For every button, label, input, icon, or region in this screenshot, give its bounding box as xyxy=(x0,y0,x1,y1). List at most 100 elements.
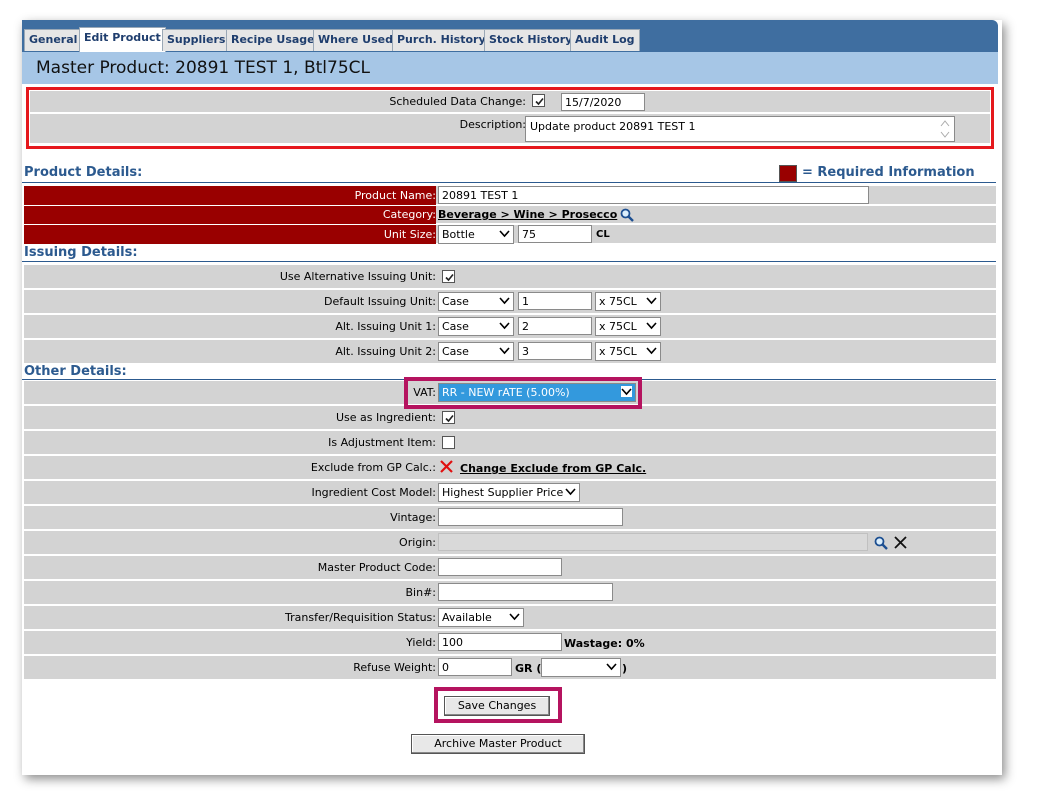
page-title: Master Product: 20891 TEST 1, Btl75CL xyxy=(22,52,998,84)
tab-stock-history[interactable]: Stock History xyxy=(484,29,578,51)
bin-label: Bin#: xyxy=(405,586,437,599)
scheduled-checkbox[interactable] xyxy=(532,94,545,107)
yield-input[interactable] xyxy=(438,633,562,651)
alt-issuing-label: Use Alternative Issuing Unit: xyxy=(279,270,436,283)
default-issuing-size-select[interactable]: x 75CL xyxy=(595,292,661,311)
chevron-down-icon xyxy=(499,347,510,355)
master-code-input[interactable] xyxy=(438,558,562,576)
section-divider xyxy=(22,261,996,262)
tab-purch-history[interactable]: Purch. History xyxy=(392,29,491,51)
alt-issuing-1-size-select[interactable]: x 75CL xyxy=(595,317,661,336)
unit-size-row: Unit Size: Bottle CL xyxy=(24,225,996,244)
cost-model-row: Ingredient Cost Model: Highest Supplier … xyxy=(24,481,996,505)
chevron-down-icon xyxy=(499,230,510,238)
magnifier-icon[interactable] xyxy=(620,208,634,222)
chevron-down-icon xyxy=(509,613,520,621)
transfer-row: Transfer/Requisition Status: Available xyxy=(24,606,996,630)
vintage-input[interactable] xyxy=(438,508,623,526)
alt-issuing-1-label: Alt. Issuing Unit 1: xyxy=(335,320,436,333)
tab-suppliers[interactable]: Suppliers xyxy=(162,29,231,51)
unit-qty-input[interactable] xyxy=(518,225,592,243)
origin-label: Origin: xyxy=(399,536,436,549)
bin-input[interactable] xyxy=(438,583,613,601)
red-x-icon xyxy=(440,460,453,473)
tab-edit-product[interactable]: Edit Product xyxy=(79,27,166,52)
save-highlight xyxy=(434,687,562,723)
code-label: Master Product Code: xyxy=(317,561,436,574)
ingredient-label: Use as Ingredient: xyxy=(335,411,436,424)
alt-issuing-checkbox[interactable] xyxy=(442,270,455,283)
vat-highlight xyxy=(404,377,642,409)
default-issuing-unit-select[interactable]: Case xyxy=(438,292,514,311)
bin-row: Bin#: xyxy=(24,581,996,605)
scheduled-change-box: Scheduled Data Change: Description: Upda… xyxy=(26,87,994,149)
category-link[interactable]: Beverage > Wine > Prosecco xyxy=(438,208,617,221)
scroll-arrows-icon xyxy=(940,120,950,138)
alt-issuing-1-qty-input[interactable] xyxy=(518,317,592,335)
change-exclude-link[interactable]: Change Exclude from GP Calc. xyxy=(460,462,646,475)
description-label: Description: xyxy=(459,118,526,131)
clear-x-icon[interactable] xyxy=(894,536,907,549)
adjustment-label: Is Adjustment Item: xyxy=(328,436,436,449)
exclude-label: Exclude from GP Calc.: xyxy=(310,461,436,474)
wastage-text: Wastage: 0% xyxy=(564,637,645,650)
unit-select[interactable]: Bottle xyxy=(438,225,514,244)
chevron-down-icon xyxy=(606,663,617,671)
unit-size-label: Unit Size: xyxy=(383,228,436,241)
tab-audit-log[interactable]: Audit Log xyxy=(570,29,640,51)
tab-recipe-usage[interactable]: Recipe Usage xyxy=(226,29,320,51)
alt-issuing-2-qty-input[interactable] xyxy=(518,342,592,360)
description-textarea[interactable]: Update product 20891 TEST 1 xyxy=(525,116,955,142)
refuse-unit: GR ( xyxy=(515,662,542,675)
vintage-row: Vintage: xyxy=(24,506,996,530)
refuse-label: Refuse Weight: xyxy=(353,661,436,674)
default-issuing-label: Default Issuing Unit: xyxy=(324,295,436,308)
adjustment-checkbox[interactable] xyxy=(442,436,455,449)
category-row: Category: Beverage > Wine > Prosecco xyxy=(24,206,996,224)
refuse-row: Refuse Weight: GR ( ) xyxy=(24,656,996,680)
product-window: General Edit Product Suppliers Recipe Us… xyxy=(22,20,1002,775)
origin-row: Origin: xyxy=(24,531,996,555)
other-details-title: Other Details: xyxy=(24,364,127,379)
scheduled-label: Scheduled Data Change: xyxy=(389,95,526,108)
category-label: Category: xyxy=(382,208,436,221)
section-divider xyxy=(22,182,996,183)
product-name-input[interactable] xyxy=(438,186,869,204)
refuse-close: ) xyxy=(622,662,628,675)
cost-model-label: Ingredient Cost Model: xyxy=(311,486,436,499)
vintage-label: Vintage: xyxy=(390,511,436,524)
magnifier-icon[interactable] xyxy=(874,536,888,550)
default-issuing-row: Default Issuing Unit: Case x 75CL xyxy=(24,290,996,314)
product-name-row: Product Name: xyxy=(24,186,996,205)
product-details-title: Product Details: xyxy=(24,165,143,180)
ingredient-row: Use as Ingredient: xyxy=(24,406,996,430)
ingredient-checkbox[interactable] xyxy=(442,411,455,424)
transfer-label: Transfer/Requisition Status: xyxy=(285,611,436,624)
chevron-down-icon xyxy=(565,488,576,496)
alt-issuing-2-unit-select[interactable]: Case xyxy=(438,342,514,361)
alt-issuing-row: Use Alternative Issuing Unit: xyxy=(24,265,996,289)
issuing-details-title: Issuing Details: xyxy=(24,245,138,260)
unit-measure: CL xyxy=(596,229,610,240)
tab-general[interactable]: General xyxy=(24,29,83,51)
exclude-row: Exclude from GP Calc.: Change Exclude fr… xyxy=(24,456,996,480)
tab-where-used[interactable]: Where Used xyxy=(313,29,398,51)
product-name-label: Product Name: xyxy=(354,189,436,202)
yield-row: Yield: Wastage: 0% xyxy=(24,631,996,655)
tab-bar: General Edit Product Suppliers Recipe Us… xyxy=(22,20,998,52)
alt-issuing-2-row: Alt. Issuing Unit 2: Case x 75CL xyxy=(24,340,996,364)
refuse-input[interactable] xyxy=(438,658,512,676)
cost-model-select[interactable]: Highest Supplier Price xyxy=(438,483,580,502)
alt-issuing-1-unit-select[interactable]: Case xyxy=(438,317,514,336)
alt-issuing-1-row: Alt. Issuing Unit 1: Case x 75CL xyxy=(24,315,996,339)
scheduled-date-input[interactable] xyxy=(561,93,645,111)
chevron-down-icon xyxy=(646,322,657,330)
description-text: Update product 20891 TEST 1 xyxy=(530,120,696,133)
refuse-unit-select[interactable] xyxy=(541,658,621,677)
archive-button[interactable]: Archive Master Product xyxy=(411,734,585,754)
chevron-down-icon xyxy=(499,322,510,330)
transfer-select[interactable]: Available xyxy=(438,608,524,627)
alt-issuing-2-size-select[interactable]: x 75CL xyxy=(595,342,661,361)
default-issuing-qty-input[interactable] xyxy=(518,292,592,310)
origin-input[interactable] xyxy=(438,533,868,551)
